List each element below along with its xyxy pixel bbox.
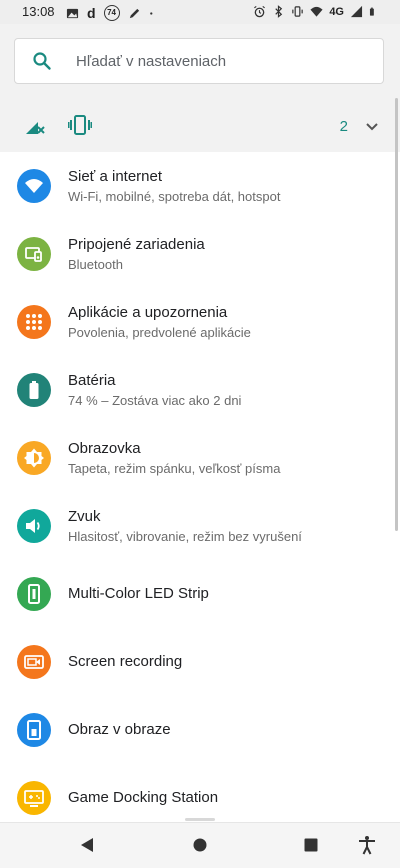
settings-item-sound[interactable]: Zvuk Hlasitosť, vibrovanie, režim bez vy… <box>0 492 400 560</box>
item-subtitle: 74 % – Zostáva viac ako 2 dni <box>68 393 242 408</box>
vibrate-icon <box>292 6 304 17</box>
vibrate-icon <box>68 115 92 135</box>
volume-icon <box>17 509 51 543</box>
item-subtitle: Tapeta, režim spánku, veľkosť písma <box>68 461 281 476</box>
settings-item-connected-devices[interactable]: Pripojené zariadenia Bluetooth <box>0 220 400 288</box>
accessibility-icon[interactable] <box>357 835 377 855</box>
item-title: Obrazovka <box>68 440 141 457</box>
settings-item-network[interactable]: Sieť a internet Wi-Fi, mobilné, spotreba… <box>0 152 400 220</box>
settings-item-picture-in-picture[interactable]: Obraz v obraze <box>0 696 400 764</box>
recents-icon[interactable] <box>301 835 321 855</box>
scrollbar[interactable] <box>395 98 398 531</box>
item-title: Pripojené zariadenia <box>68 236 205 253</box>
settings-item-screen-recording[interactable]: Screen recording <box>0 628 400 696</box>
settings-item-display[interactable]: Obrazovka Tapeta, režim spánku, veľkosť … <box>0 424 400 492</box>
item-subtitle: Hlasitosť, vibrovanie, režim bez vyrušen… <box>68 529 302 544</box>
conditions-row[interactable]: 2 <box>0 108 400 148</box>
wifi-icon <box>310 6 323 17</box>
led-strip-icon <box>17 577 51 611</box>
video-camera-icon <box>17 645 51 679</box>
signal-icon <box>350 5 363 18</box>
item-title: Sieť a internet <box>68 168 163 185</box>
item-subtitle: Wi-Fi, mobilné, spotreba dát, hotspot <box>68 189 281 204</box>
item-title: Batéria <box>68 372 116 389</box>
status-time: 13:08 <box>22 4 55 19</box>
settings-item-led-strip[interactable]: Multi-Color LED Strip <box>0 560 400 628</box>
battery-icon <box>17 373 51 407</box>
item-title: Game Docking Station <box>68 789 219 806</box>
battery-icon <box>369 7 374 16</box>
item-subtitle: Bluetooth <box>68 257 123 272</box>
item-title: Multi-Color LED Strip <box>68 585 209 602</box>
devices-icon <box>17 237 51 271</box>
item-title: Zvuk <box>68 508 101 525</box>
apps-grid-icon <box>17 305 51 339</box>
header-area: Hľadať v nastaveniach 2 <box>0 24 400 152</box>
pen-icon <box>129 8 139 18</box>
chevron-down-icon[interactable] <box>364 118 380 134</box>
search-placeholder: Hľadať v nastaveniach <box>76 53 227 70</box>
notification-74-icon: 74 <box>103 5 120 21</box>
network-type: 4G <box>329 5 344 18</box>
settings-list: Sieť a internet Wi-Fi, mobilné, spotreba… <box>0 152 400 832</box>
wifi-icon <box>17 169 51 203</box>
search-icon <box>33 52 51 70</box>
item-subtitle: Povolenia, predvolené aplikácie <box>68 325 251 340</box>
item-title: Aplikácie a upozornenia <box>68 304 228 321</box>
gesture-handle <box>185 818 215 821</box>
gallery-icon <box>66 8 79 18</box>
settings-item-battery[interactable]: Batéria 74 % – Zostáva viac ako 2 dni <box>0 356 400 424</box>
d-app-icon: d <box>87 4 96 21</box>
item-title: Obraz v obraze <box>68 721 171 738</box>
bluetooth-icon <box>275 5 283 18</box>
no-signal-icon <box>26 122 45 134</box>
navigation-bar <box>0 818 400 868</box>
item-title: Screen recording <box>68 653 183 670</box>
home-icon[interactable] <box>190 835 210 855</box>
dock-station-icon <box>17 781 51 815</box>
conditions-count: 2 <box>339 118 348 135</box>
status-bar: 13:08 d 74 4G <box>0 0 400 24</box>
search-bar[interactable]: Hľadať v nastaveniach <box>14 38 384 84</box>
back-icon[interactable] <box>78 835 98 855</box>
dot-icon <box>149 11 152 15</box>
settings-item-apps[interactable]: Aplikácie a upozornenia Povolenia, predv… <box>0 288 400 356</box>
picture-in-picture-icon <box>17 713 51 747</box>
brightness-icon <box>17 441 51 475</box>
alarm-icon <box>254 5 266 18</box>
